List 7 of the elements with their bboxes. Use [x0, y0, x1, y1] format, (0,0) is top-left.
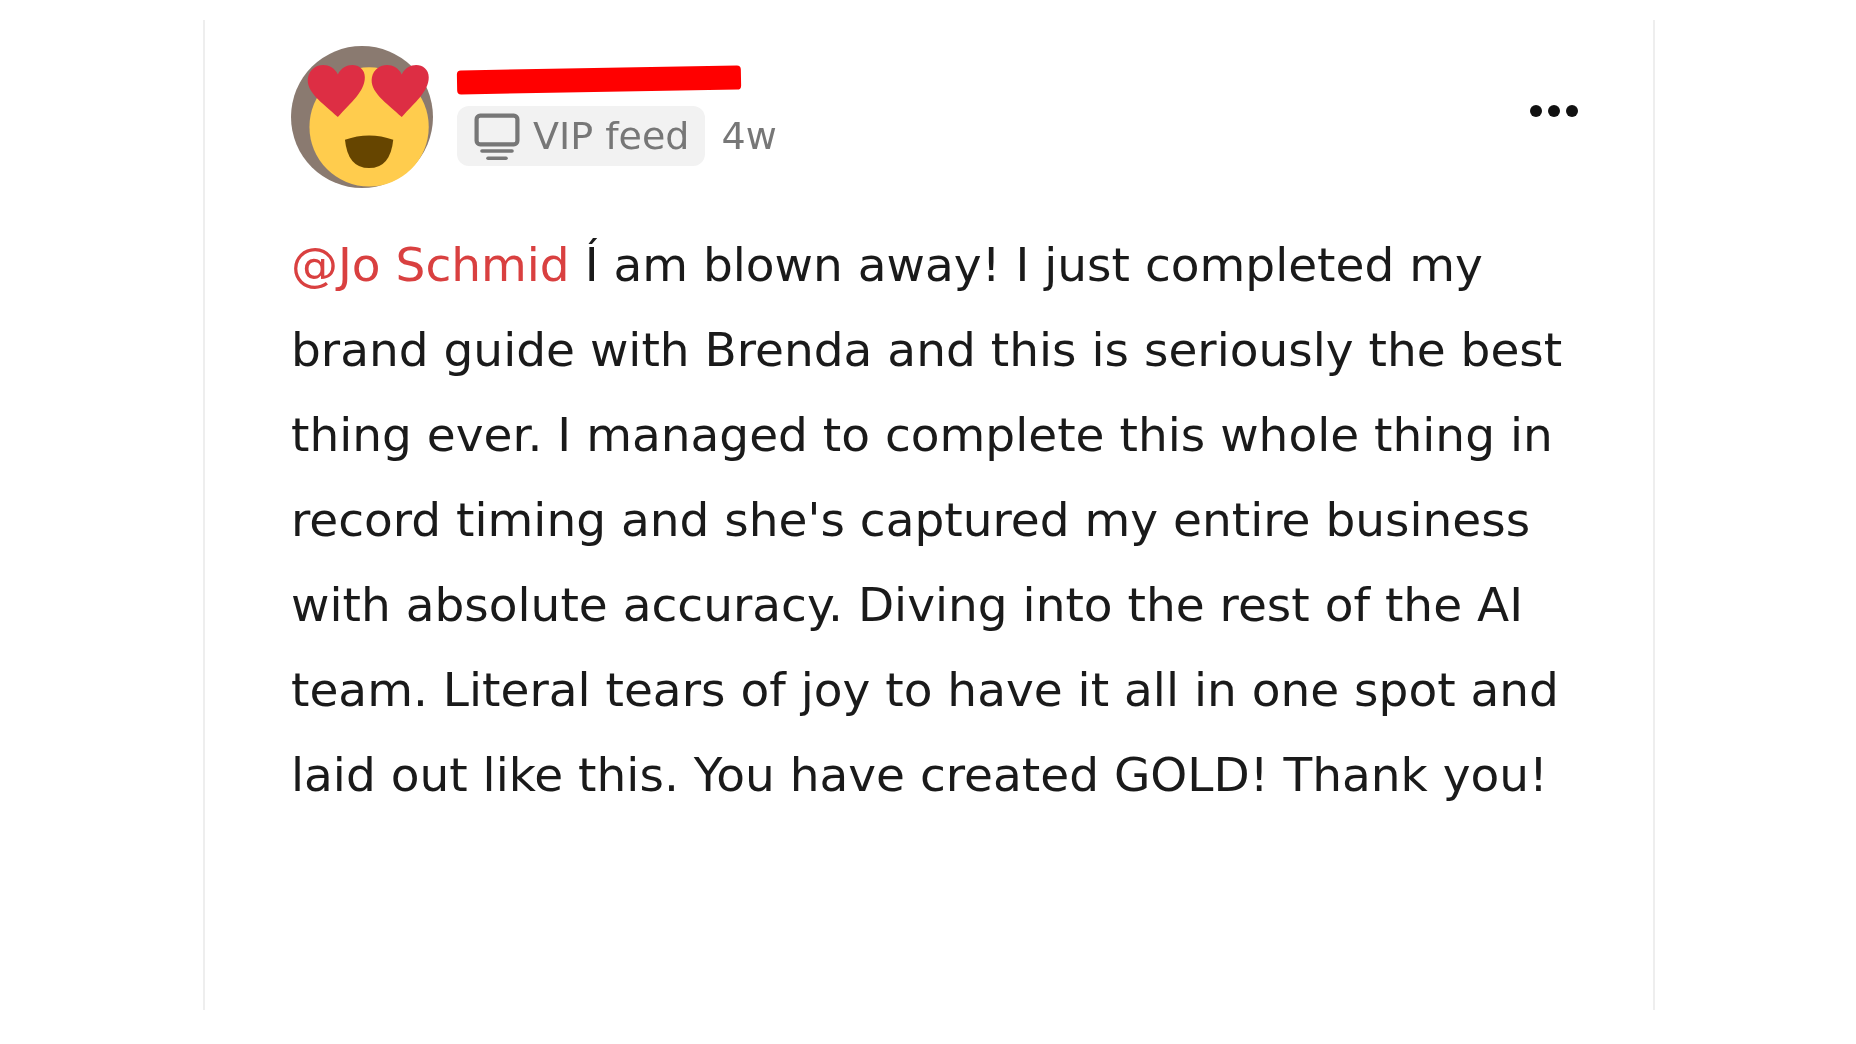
monitor-icon	[473, 112, 521, 160]
feed-badge[interactable]: VIP feed	[457, 106, 706, 166]
more-options-icon[interactable]	[1527, 102, 1581, 120]
post-text: @Jo Schmid Í am blown away! I just completed my brand guide with Brenda and this is seriously the best thing ever. I managed to complete this whole thing in record timing and she's captured my entire business with absolute accuracy. Diving into the rest of the AI team. Literal tears of joy to have it all in one spot and laid out like this. You have created GOLD! Thank you!	[291, 236, 1564, 804]
mention-link[interactable]: @Jo Schmid	[291, 237, 570, 292]
post-time: 4w	[721, 114, 777, 158]
avatar-icon[interactable]	[291, 46, 433, 188]
